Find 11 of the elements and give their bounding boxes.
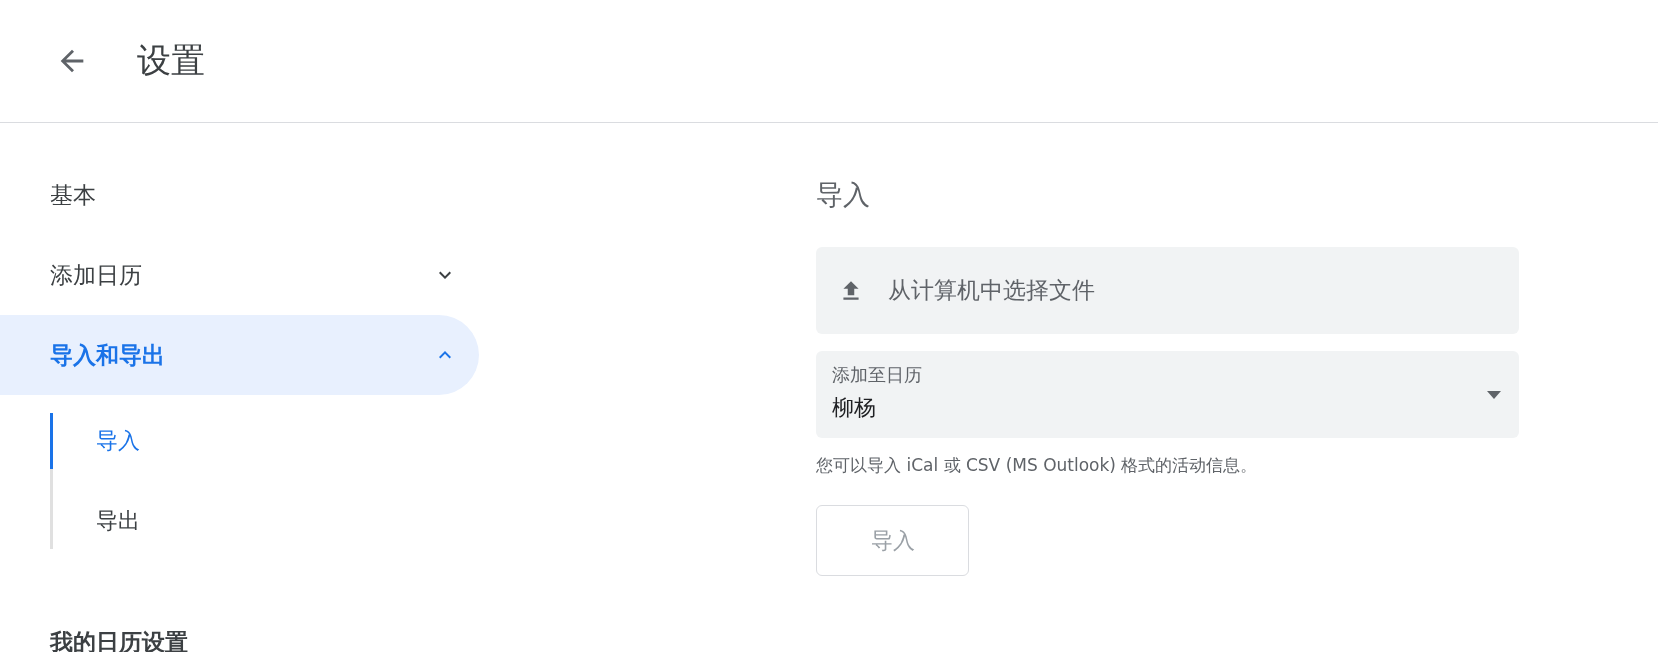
sidebar-subitem[interactable]: 导入 (50, 413, 479, 469)
hint-text: 您可以导入 iCal 或 CSV (MS Outlook) 格式的活动信息。 (816, 454, 1259, 477)
calendar-select[interactable]: 添加至日历 柳杨 (816, 351, 1519, 438)
file-picker-button[interactable]: 从计算机中选择文件 (816, 247, 1519, 334)
section-title: 导入 (816, 178, 871, 211)
sidebar-item[interactable]: 添加日历 (0, 235, 479, 315)
sidebar-item[interactable]: 基本 (0, 155, 479, 235)
sidebar-subitem[interactable]: 导出 (50, 493, 479, 549)
page-title: 设置 (137, 39, 205, 82)
sidebar-item[interactable]: 导入和导出 (0, 315, 479, 395)
dropdown-caret-icon (1487, 391, 1501, 399)
